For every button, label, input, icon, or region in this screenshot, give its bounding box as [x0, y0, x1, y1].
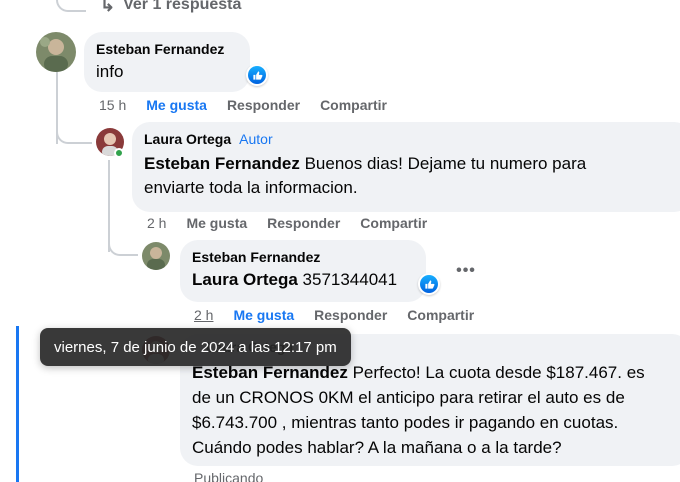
comment-author[interactable]: Laura Ortega [144, 131, 231, 147]
like-reaction-icon [252, 70, 262, 80]
comment-text: Laura Ortega 3571344041 [192, 268, 414, 292]
comment-bubble-2: Laura Ortega Autor Esteban Fernandez Buen… [132, 122, 680, 212]
author-badge: Autor [239, 131, 273, 147]
comment-author[interactable]: Esteban Fernandez [192, 248, 414, 266]
like-reaction-icon [424, 279, 434, 289]
view-replies-label: Ver 1 respuesta [123, 0, 242, 13]
thread-line-root [56, 0, 86, 12]
comment-text-line4: Cuándo podes hablar? A la mañana o a la … [192, 438, 562, 457]
comment-actions-2: 2 h Me gusta Responder Compartir [147, 214, 447, 232]
mention-link[interactable]: Laura Ortega [192, 270, 298, 289]
avatar-esteban-2[interactable] [142, 242, 170, 270]
comment-timestamp[interactable]: 15 h [99, 97, 126, 113]
comment-text-line2: enviarte toda la informacion. [144, 178, 358, 197]
comment-text-content: 3571344041 [297, 270, 398, 289]
comment-actions-1: 15 h Me gusta Responder Compartir [99, 96, 407, 114]
comment-bubble-1: Esteban Fernandez info [84, 32, 250, 92]
reply-button[interactable]: Responder [314, 307, 387, 323]
comment-text-line3: $6.743.700 , mientras tanto podes ir pag… [192, 413, 619, 432]
reply-button[interactable]: Responder [227, 97, 300, 113]
view-replies-link[interactable]: ↳ Ver 1 respuesta [100, 0, 241, 16]
comment-text-line2: de un CRONOS 0KM el anticipo para retira… [192, 388, 625, 407]
share-button[interactable]: Compartir [360, 215, 427, 231]
thread-curve-reply-2 [108, 232, 138, 256]
comment-text: Esteban Fernandez Buenos dias! Dejame tu… [144, 152, 680, 200]
comment-text-line1: Buenos dias! Dejame tu numero para [299, 154, 587, 173]
comment-bubble-3: Esteban Fernandez Laura Ortega 357134404… [180, 240, 426, 302]
timestamp-tooltip: viernes, 7 de junio de 2024 a las 12:17 … [40, 328, 351, 366]
mention-link[interactable]: Esteban Fernandez [144, 154, 300, 173]
online-status-icon [114, 148, 124, 158]
more-options-icon[interactable]: ••• [454, 259, 478, 283]
reply-button[interactable]: Responder [267, 215, 340, 231]
comment-timestamp[interactable]: 2 h [194, 307, 213, 323]
comment-actions-3: 2 h Me gusta Responder Compartir [194, 306, 494, 324]
comment-text-line1: Perfecto! La cuota desde $187.467. es [347, 363, 645, 382]
thread-curve-reply-1 [56, 120, 92, 144]
reply-arrow-icon: ↳ [100, 0, 116, 15]
share-button[interactable]: Compartir [320, 97, 387, 113]
like-button[interactable]: Me gusta [186, 215, 247, 231]
avatar-esteban-1[interactable] [36, 32, 76, 72]
comment-author[interactable]: Esteban Fernandez [96, 40, 238, 58]
like-reaction-badge[interactable] [246, 64, 268, 86]
comment-timestamp[interactable]: 2 h [147, 215, 166, 231]
like-button[interactable]: Me gusta [233, 307, 294, 323]
comment-text: Esteban Fernandez Perfecto! La cuota des… [192, 360, 678, 460]
posting-status: Publicando [194, 470, 264, 482]
like-reaction-badge[interactable] [418, 273, 440, 295]
comment-text: info [96, 62, 124, 81]
like-button[interactable]: Me gusta [146, 97, 207, 113]
pending-indicator-bar [16, 326, 19, 482]
share-button[interactable]: Compartir [407, 307, 474, 323]
